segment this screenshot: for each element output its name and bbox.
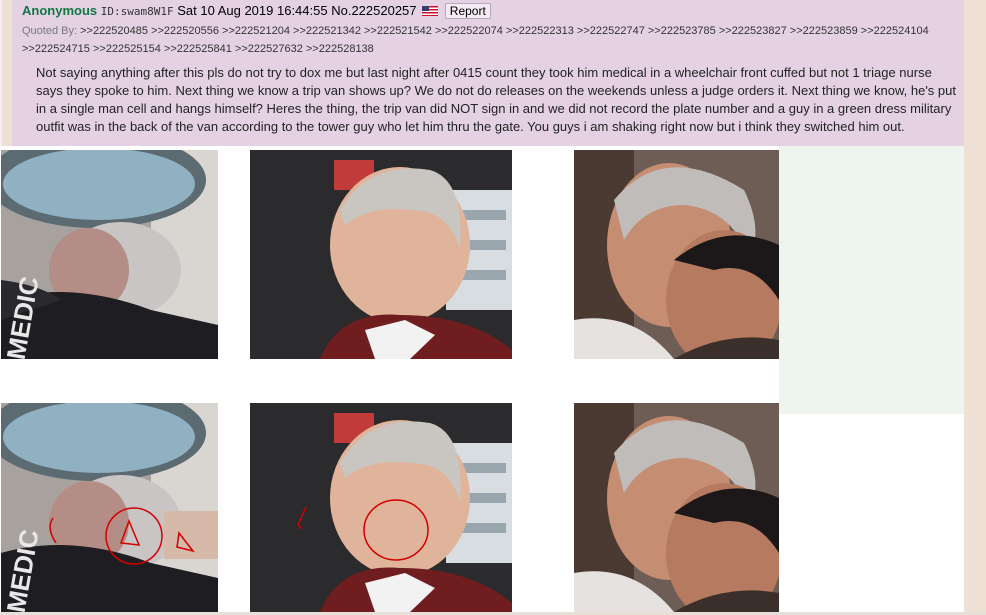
quote-link[interactable]: >>222524104 <box>858 25 929 37</box>
post-number[interactable]: No.222520257 <box>331 3 416 18</box>
photo-man-grey-hair-profile-icon <box>250 150 512 359</box>
image-5[interactable] <box>250 403 512 612</box>
us-flag-icon <box>422 6 439 16</box>
quote-link[interactable]: >>222522747 <box>574 25 645 37</box>
post-date: Sat 10 Aug 2019 16:44:55 <box>177 3 328 18</box>
quoted-by-list: Quoted By: >>222520485 >>222520556 >>222… <box>22 22 952 58</box>
quoted-by-label: Quoted By: <box>22 25 78 37</box>
quote-link[interactable]: >>222523859 <box>787 25 858 37</box>
reply-post: Anonymous ID:swam8W1F Sat 10 Aug 2019 16… <box>12 0 964 146</box>
quote-link[interactable]: >>222521204 <box>219 25 290 37</box>
quote-link[interactable]: >>222525841 <box>161 43 232 55</box>
quote-link[interactable]: >>222520556 <box>148 25 219 37</box>
poster-id[interactable]: ID:swam8W1F <box>101 5 174 18</box>
image-2[interactable] <box>250 150 512 359</box>
quote-link[interactable]: >>222522074 <box>432 25 503 37</box>
quote-link[interactable]: >>222528138 <box>303 43 374 55</box>
quote-link[interactable]: >>222524715 <box>22 43 90 55</box>
photo-man-grey-hair-profile-annotated-icon <box>250 403 512 612</box>
quote-link[interactable]: >>222523785 <box>645 25 716 37</box>
quote-link[interactable]: >>222520485 <box>80 25 148 37</box>
quote-link[interactable]: >>222525154 <box>90 43 161 55</box>
photo-man-in-car-profile-icon: MEDIC <box>1 150 218 359</box>
quote-link[interactable]: >>222522313 <box>503 25 574 37</box>
poster-name: Anonymous <box>22 3 98 18</box>
report-button[interactable]: Report <box>444 3 491 19</box>
quote-link[interactable]: >>222523827 <box>716 25 787 37</box>
post-header: Anonymous ID:swam8W1F Sat 10 Aug 2019 16… <box>22 3 491 21</box>
post-side-panel <box>779 146 964 414</box>
quote-link[interactable]: >>222521342 <box>290 25 361 37</box>
photo-two-men-courtroom-icon <box>574 150 779 359</box>
image-3[interactable] <box>574 150 779 359</box>
quote-link[interactable]: >>222527632 <box>232 43 303 55</box>
photo-two-men-courtroom-copy-icon <box>574 403 779 612</box>
quote-link[interactable]: >>222521542 <box>361 25 432 37</box>
image-6[interactable] <box>574 403 779 612</box>
post-message: Not saying anything after this pls do no… <box>36 65 956 134</box>
image-1[interactable]: MEDIC <box>1 150 218 359</box>
photo-man-in-car-profile-annotated-icon: MEDIC <box>1 403 218 612</box>
image-area-lower <box>779 414 964 612</box>
image-4[interactable]: MEDIC <box>1 403 218 612</box>
